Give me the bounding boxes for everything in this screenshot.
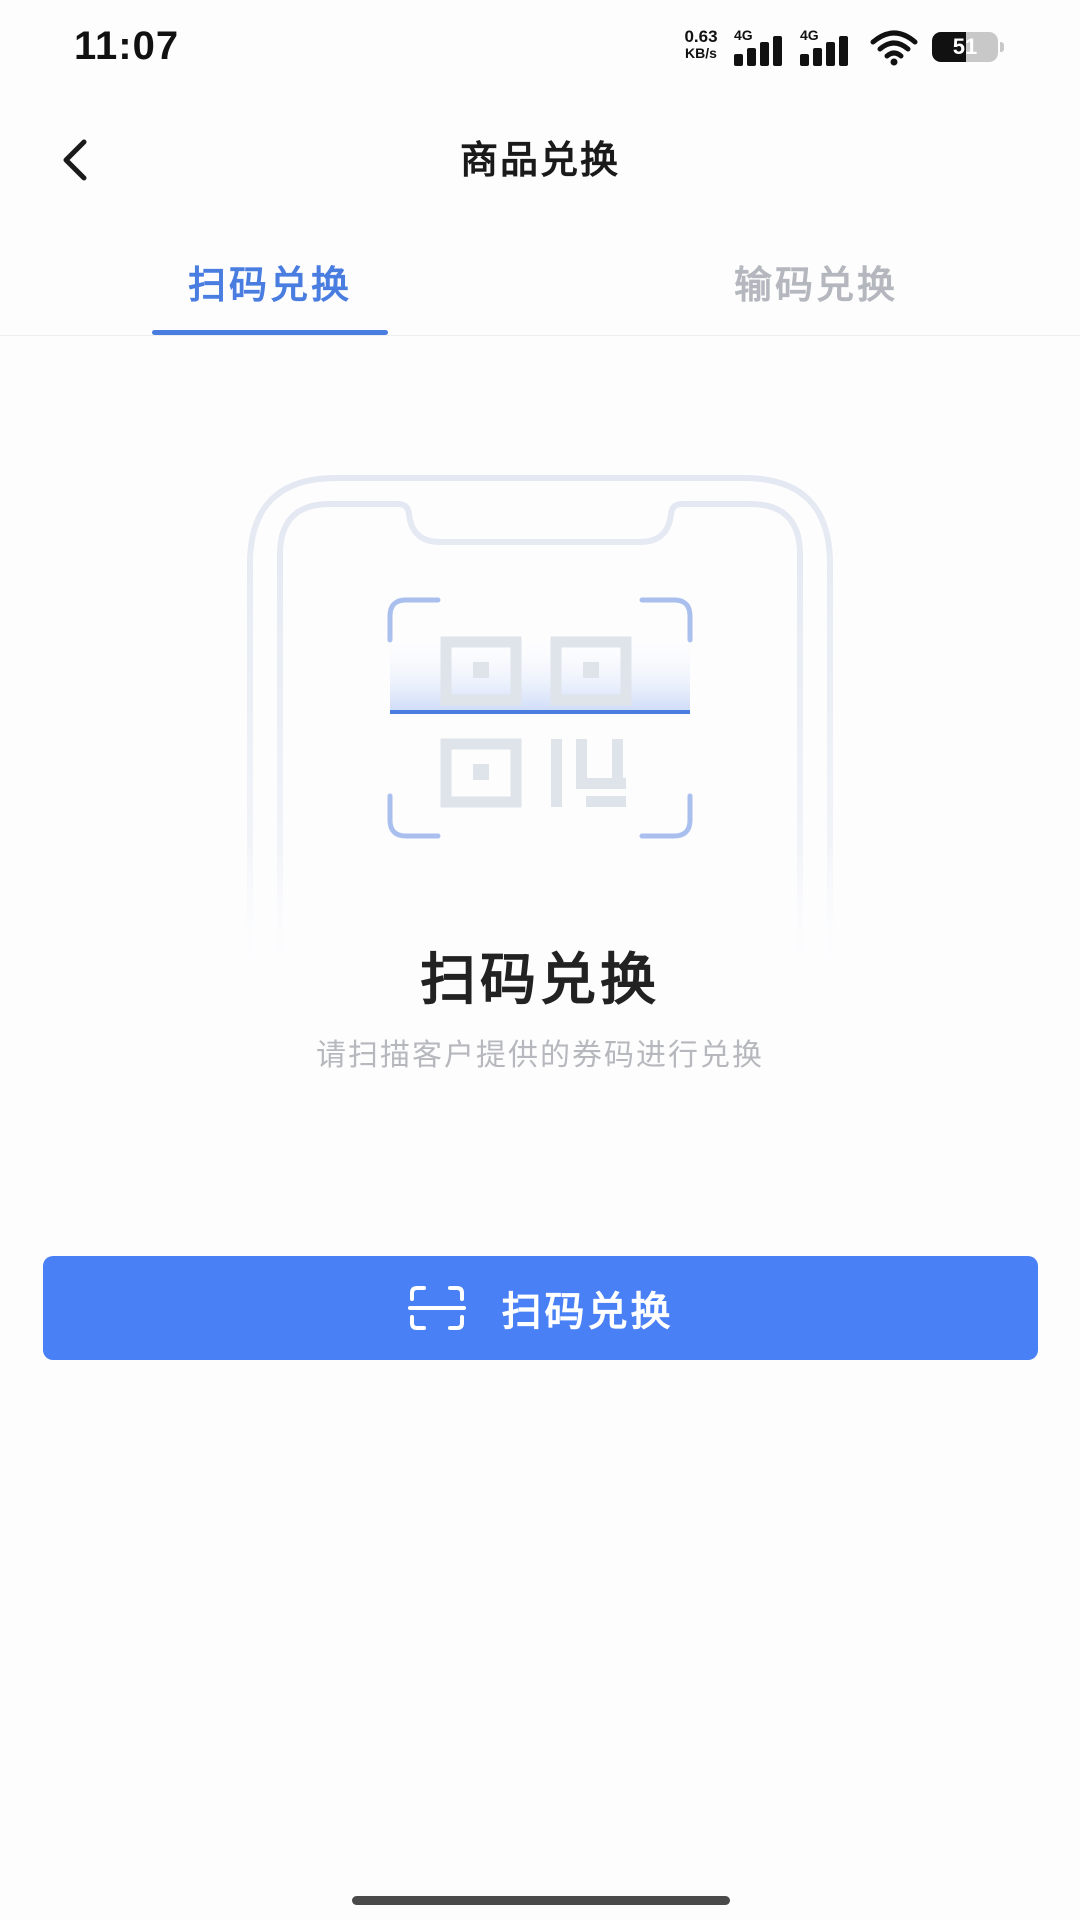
signal-bars-icon bbox=[800, 36, 856, 66]
network-speed-value: 0.63 bbox=[684, 27, 718, 46]
navigation-bar: 商品兑换 bbox=[0, 110, 1080, 210]
chevron-left-icon bbox=[63, 139, 87, 181]
network-speed: 0.63 KB/s bbox=[672, 28, 730, 62]
tab-indicator bbox=[152, 330, 388, 335]
sim1-signal: 4G bbox=[734, 28, 794, 68]
sim2-signal: 4G bbox=[800, 28, 860, 68]
battery-icon: 51 bbox=[932, 32, 1004, 62]
scan-redeem-button[interactable]: 扫码兑换 bbox=[43, 1256, 1038, 1360]
network-speed-unit: KB/s bbox=[685, 45, 717, 61]
back-button[interactable] bbox=[44, 128, 108, 192]
wifi-icon bbox=[870, 30, 918, 66]
qr-code-icon bbox=[387, 597, 693, 839]
tab-scan-redeem[interactable]: 扫码兑换 bbox=[152, 226, 388, 336]
status-time: 11:07 bbox=[74, 24, 180, 68]
page-title: 商品兑换 bbox=[459, 138, 620, 182]
status-bar: 11:07 0.63 KB/s 4G 4G 51 bbox=[0, 0, 1080, 96]
home-indicator[interactable] bbox=[352, 1896, 730, 1905]
tab-code-redeem[interactable]: 输码兑换 bbox=[698, 226, 934, 336]
tab-bar: 扫码兑换 输码兑换 bbox=[0, 226, 1080, 336]
hero-title: 扫码兑换 bbox=[420, 948, 660, 1013]
battery-level: 51 bbox=[952, 34, 978, 59]
signal-bars-icon bbox=[734, 36, 790, 66]
hero-subtitle: 请扫描客户提供的券码进行兑换 bbox=[316, 1038, 764, 1073]
scan-redeem-button-label: 扫码兑换 bbox=[501, 1289, 674, 1335]
scan-icon bbox=[407, 1286, 466, 1330]
